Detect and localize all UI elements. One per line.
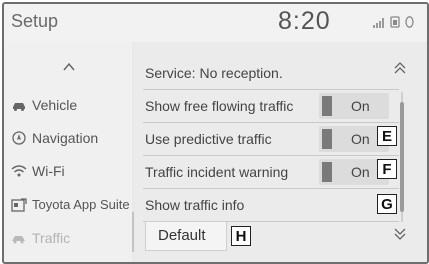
- status-icons: [373, 16, 414, 28]
- sidebar-item-label: Traffic: [32, 230, 71, 246]
- bluetooth-icon: [405, 16, 414, 28]
- toggle-indicator: [322, 162, 332, 182]
- sidebar-item-wifi[interactable]: Wi-Fi: [11, 163, 65, 179]
- toggle-indicator: [322, 129, 332, 149]
- callout-marker-g: G: [377, 194, 397, 214]
- sidebar-item-navigation[interactable]: Navigation: [11, 130, 98, 146]
- sidebar-item-traffic[interactable]: Traffic: [11, 230, 70, 246]
- toggle-free-flowing[interactable]: On: [319, 93, 389, 119]
- sidebar-item-vehicle[interactable]: Vehicle: [11, 97, 77, 113]
- callout-marker-h: H: [231, 226, 251, 246]
- setting-row-free-flowing[interactable]: Show free flowing traffic On: [145, 90, 389, 122]
- toggle-state: On: [351, 98, 370, 114]
- clock: 8:20: [278, 7, 331, 35]
- scrollbar-thumb[interactable]: [400, 102, 404, 212]
- sidebar-scroll-up-icon[interactable]: [59, 60, 79, 74]
- setting-label: Traffic incident warning: [145, 164, 289, 180]
- toggle-state: On: [351, 164, 370, 180]
- car-icon: [13, 103, 25, 111]
- setting-row-traffic-info[interactable]: Show traffic info: [145, 189, 385, 221]
- scroll-up-icon[interactable]: [392, 60, 408, 76]
- toggle-indicator: [322, 96, 332, 116]
- service-status-row: Service: No reception.: [145, 57, 385, 89]
- callout-marker-e: E: [377, 126, 397, 146]
- wifi-icon: [11, 165, 27, 177]
- scroll-down-icon[interactable]: [392, 226, 408, 242]
- divider: [132, 212, 134, 252]
- traffic-settings-list: Service: No reception. Show free flowing…: [135, 42, 427, 262]
- setting-row-incident-warning[interactable]: Traffic incident warning On: [145, 156, 389, 188]
- setting-row-predictive[interactable]: Use predictive traffic On: [145, 123, 389, 155]
- sidebar-item-label: Wi-Fi: [32, 163, 65, 179]
- compass-icon: [12, 131, 26, 145]
- page-title: Setup: [11, 11, 59, 31]
- sidebar-item-label: Toyota App Suite: [32, 197, 130, 212]
- traffic-icon: [12, 236, 25, 244]
- signal-icon: [373, 18, 384, 28]
- service-status-text: Service: No reception.: [145, 65, 283, 81]
- header-bar: Setup 8:20: [4, 4, 427, 42]
- toggle-state: On: [351, 131, 370, 147]
- app-suite-icon: [11, 197, 27, 212]
- setting-label: Use predictive traffic: [145, 131, 272, 147]
- setting-label: Show free flowing traffic: [145, 98, 294, 114]
- sidebar: Vehicle Navigation Wi-Fi Toyota App Suit…: [4, 42, 132, 262]
- callout-marker-f: F: [377, 159, 397, 179]
- sidebar-item-label: Vehicle: [32, 97, 78, 113]
- setting-label: Show traffic info: [145, 197, 245, 213]
- setup-screen: Setup 8:20 Vehicle Navigation Wi-Fi Toyo…: [2, 2, 429, 264]
- sidebar-item-label: Navigation: [32, 130, 99, 146]
- default-button[interactable]: Default: [145, 221, 227, 251]
- sidebar-item-toyota-app-suite[interactable]: Toyota App Suite: [11, 197, 130, 212]
- phone-battery-icon: [390, 16, 400, 28]
